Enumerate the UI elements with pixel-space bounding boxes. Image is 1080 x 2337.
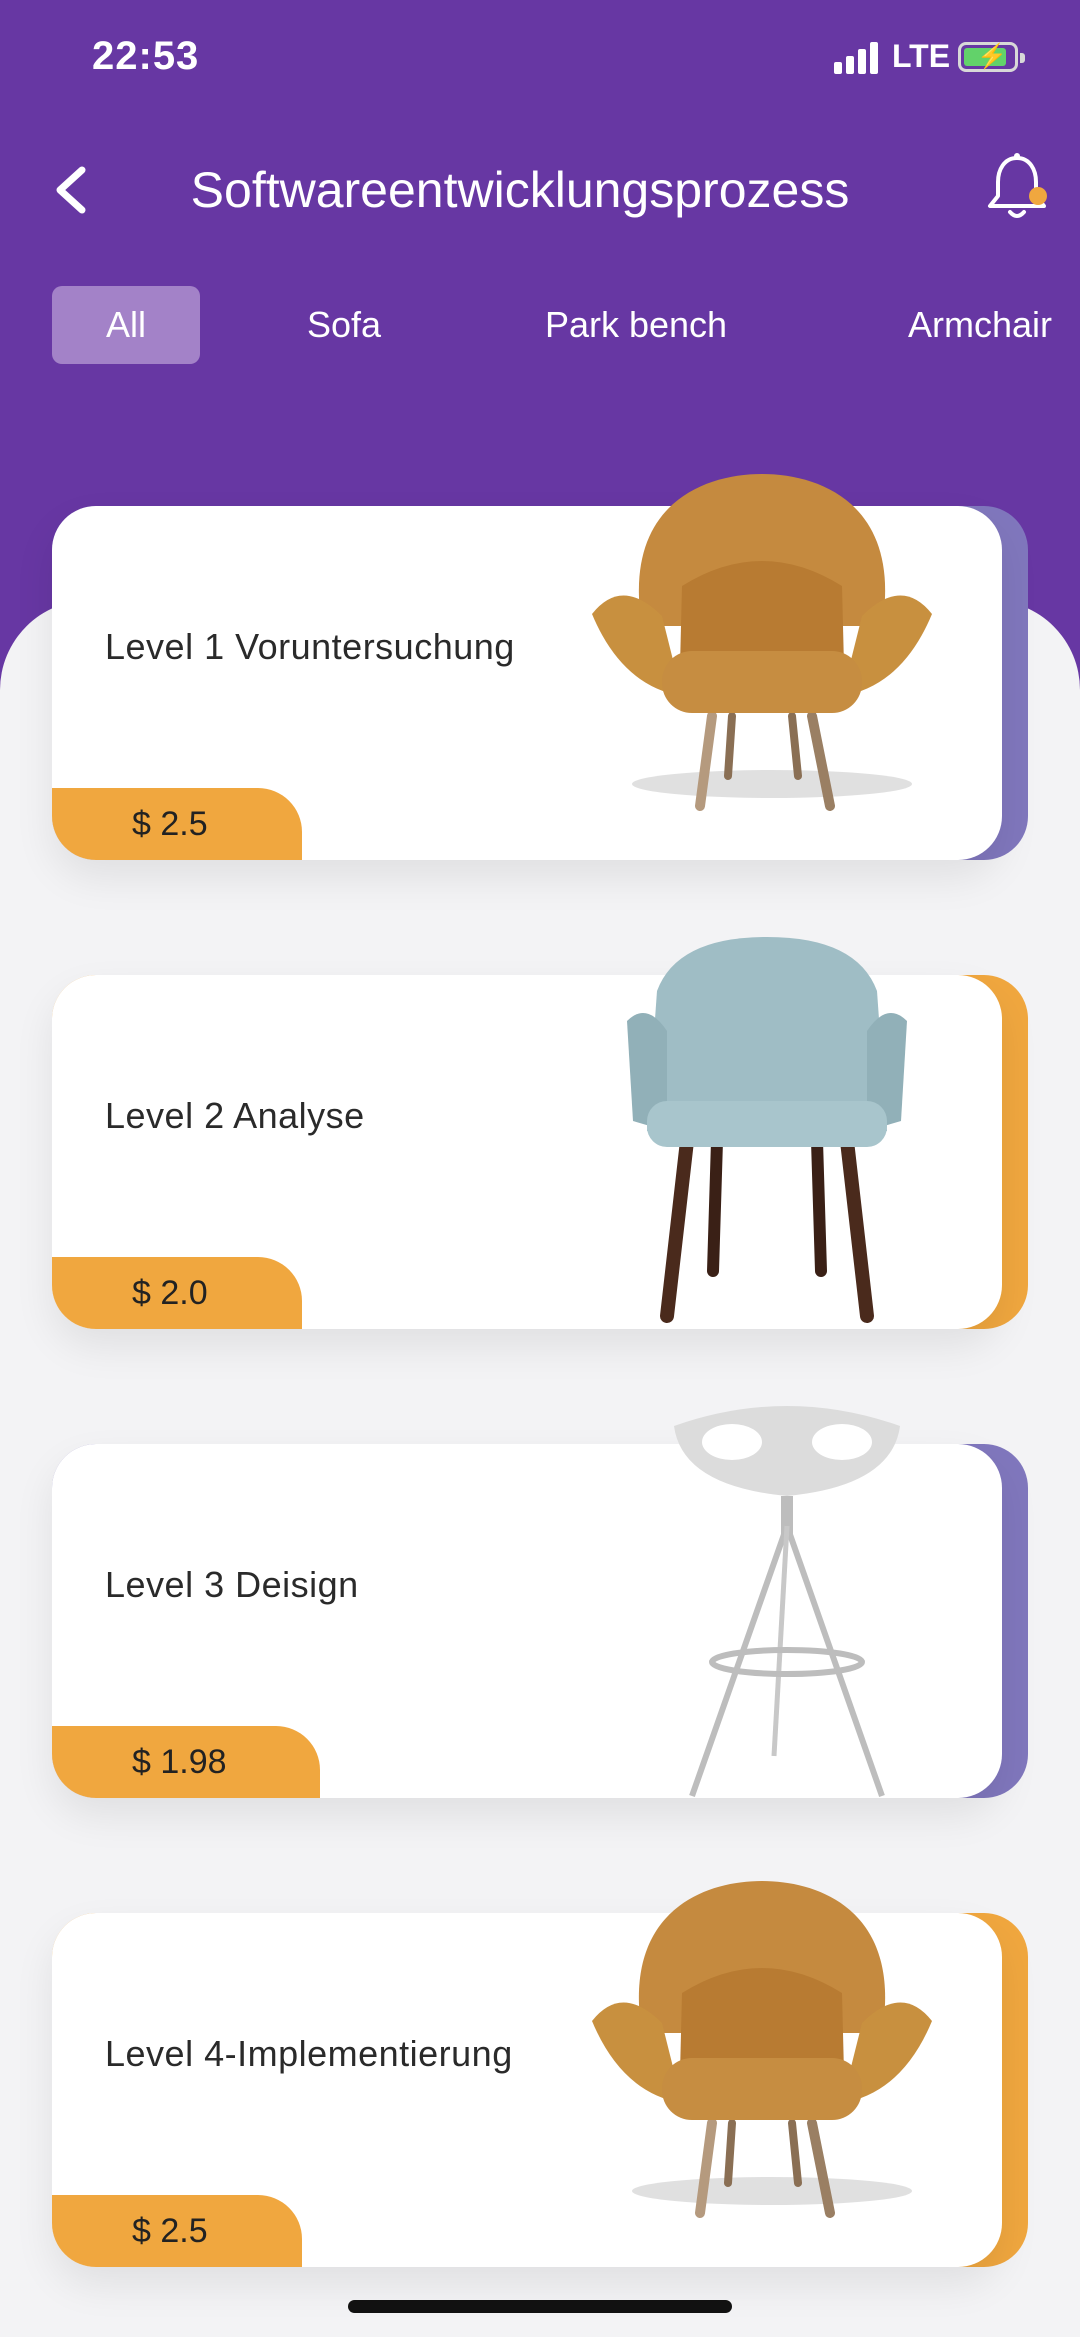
category-tabs: All Sofa Park bench Armchair [0, 286, 1080, 366]
network-label: LTE [892, 38, 951, 74]
tab-park-bench[interactable]: Park bench [524, 286, 748, 364]
product-card-4[interactable]: Level 4-Implementierung $ 2.5 [52, 1881, 1028, 2267]
card-title: Level 4-Implementierung [105, 2033, 513, 2074]
chevron-left-icon [56, 166, 86, 214]
card-title: Level 2 Analyse [105, 1095, 365, 1136]
tab-all[interactable]: All [52, 286, 200, 364]
signal-icon [834, 42, 880, 74]
bell-icon [988, 153, 1047, 218]
dining-chair-image [627, 937, 907, 1323]
product-card-1[interactable]: Level 1 Voruntersuchung $ 2.5 [52, 474, 1028, 860]
armchair-image [592, 474, 932, 811]
page-title: Softwareentwicklungsprozess [190, 162, 850, 218]
bar-stool-image [674, 1406, 900, 1797]
price-tag: $ 2.5 [52, 788, 302, 860]
notifications-button[interactable] [984, 150, 1050, 226]
status-bar: 22:53 LTE ⚡ [0, 0, 1080, 120]
product-card-3[interactable]: Level 3 Deisign $ 1.98 [52, 1406, 1028, 1798]
card-title: Level 3 Deisign [105, 1564, 359, 1605]
price-tag: $ 2.5 [52, 2195, 302, 2267]
back-button[interactable] [48, 150, 108, 230]
product-card-2[interactable]: Level 2 Analyse $ 2.0 [52, 937, 1028, 1329]
battery-icon: ⚡ [958, 42, 1025, 72]
status-time: 22:53 [92, 34, 200, 78]
tab-armchair[interactable]: Armchair [880, 286, 1080, 364]
armchair-image [592, 1881, 932, 2218]
price-tag: $ 2.0 [52, 1257, 302, 1329]
card-title: Level 1 Voruntersuchung [105, 626, 515, 667]
tab-sofa[interactable]: Sofa [276, 286, 412, 364]
home-indicator [348, 2300, 732, 2313]
price-tag: $ 1.98 [52, 1726, 320, 1798]
